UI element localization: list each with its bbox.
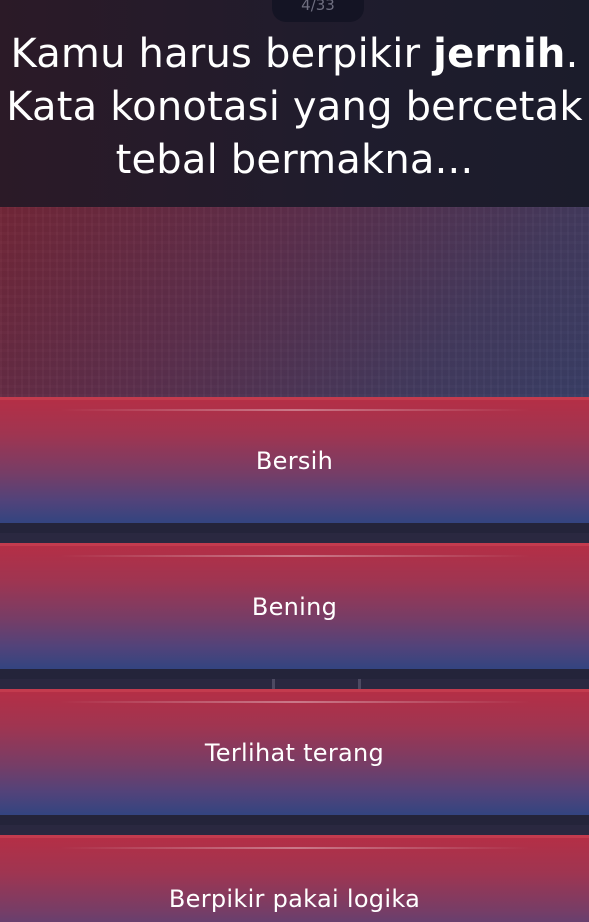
answer-divider: [0, 679, 589, 689]
answer-option-1[interactable]: Bersih: [0, 397, 589, 523]
question-counter: 4/33: [272, 0, 364, 22]
divider-mark: [272, 679, 275, 689]
divider-mark: [358, 679, 361, 689]
question-media-area: [0, 207, 589, 397]
answer-option-3[interactable]: Terlihat terang: [0, 689, 589, 815]
question-line-3: tebal bermakna...: [115, 137, 474, 183]
question-counter-text: 4/33: [301, 0, 335, 14]
answer-option-label: Berpikir pakai logika: [168, 885, 421, 913]
answer-divider: [0, 825, 589, 835]
answer-option-label: Bersih: [255, 447, 334, 475]
answer-option-label: Terlihat terang: [204, 739, 385, 767]
emphasized-word: jernih: [433, 31, 566, 77]
quiz-screen: Kamu harus berpikir jernih. Kata konotas…: [0, 0, 589, 922]
answer-divider: [0, 533, 589, 543]
question-line-2: Kata konotasi yang bercetak: [6, 84, 583, 130]
answer-option-2[interactable]: Bening: [0, 543, 589, 669]
question-text: Kamu harus berpikir jernih. Kata konotas…: [0, 28, 589, 187]
answer-option-label: Bening: [251, 593, 338, 621]
answer-option-4[interactable]: Berpikir pakai logika: [0, 835, 589, 922]
question-panel: Kamu harus berpikir jernih. Kata konotas…: [0, 0, 589, 207]
question-line-1: Kamu harus berpikir jernih.: [10, 31, 579, 77]
